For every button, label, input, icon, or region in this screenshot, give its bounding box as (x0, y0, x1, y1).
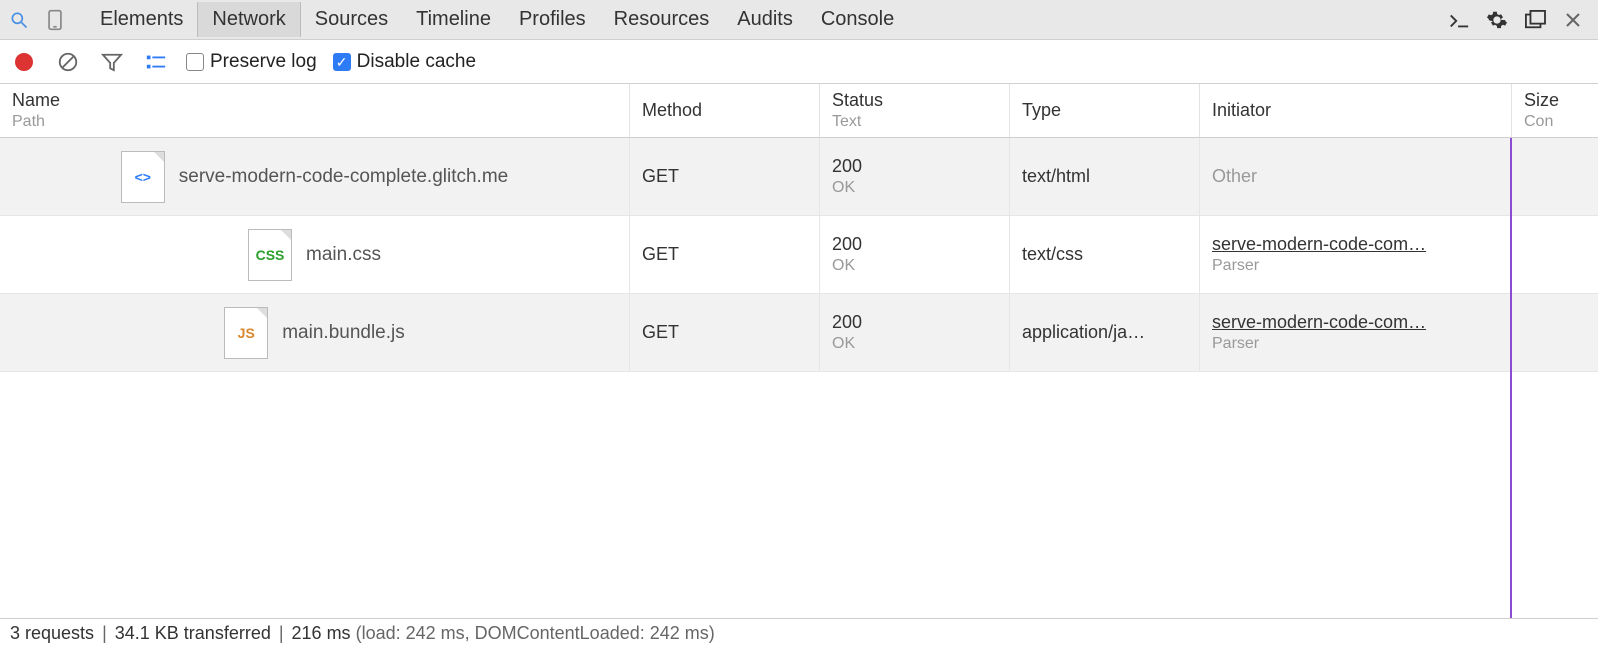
tab-sources[interactable]: Sources (301, 2, 402, 37)
record-button[interactable] (10, 48, 38, 76)
tab-network[interactable]: Network (197, 2, 300, 37)
cell-type: text/html (1010, 138, 1200, 215)
col-initiator[interactable]: Initiator (1200, 84, 1512, 137)
tab-profiles[interactable]: Profiles (505, 2, 600, 37)
js-file-icon: JS (224, 307, 268, 359)
request-name: main.bundle.js (282, 322, 405, 344)
cell-status: 200OK (820, 294, 1010, 371)
network-table: Name Path Method Status Text Type Initia… (0, 84, 1598, 618)
cell-name: <> serve-modern-code-complete.glitch.me (0, 138, 630, 215)
settings-icon[interactable] (1482, 5, 1512, 35)
cell-size (1512, 294, 1598, 371)
col-status[interactable]: Status Text (820, 84, 1010, 137)
table-body: <> serve-modern-code-complete.glitch.me GE… (0, 138, 1598, 618)
cell-size (1512, 138, 1598, 215)
table-row[interactable]: <> serve-modern-code-complete.glitch.me GE… (0, 138, 1598, 216)
tab-elements[interactable]: Elements (86, 2, 197, 37)
cell-initiator: serve-modern-code-com…Parser (1200, 294, 1512, 371)
col-size[interactable]: Size Con (1512, 84, 1598, 137)
css-file-icon: CSS (248, 229, 292, 281)
close-icon[interactable] (1558, 5, 1588, 35)
cell-initiator: serve-modern-code-com…Parser (1200, 216, 1512, 293)
col-method[interactable]: Method (630, 84, 820, 137)
inspect-icon[interactable] (4, 5, 34, 35)
panel-tabs: Elements Network Sources Timeline Profil… (86, 2, 908, 37)
disable-cache-label: Disable cache (357, 51, 476, 73)
status-bar: 3 requests | 34.1 KB transferred | 216 m… (0, 618, 1598, 648)
clear-icon[interactable] (54, 48, 82, 76)
tab-resources[interactable]: Resources (600, 2, 724, 37)
disable-cache-checkbox[interactable]: Disable cache (333, 51, 476, 73)
request-name: main.css (306, 244, 381, 266)
dock-icon[interactable] (1520, 5, 1550, 35)
filter-icon[interactable] (98, 48, 126, 76)
cell-method: GET (630, 138, 820, 215)
preserve-log-checkbox[interactable]: Preserve log (186, 51, 317, 73)
html-file-icon: <> (121, 151, 165, 203)
table-row[interactable]: CSS main.css GET200OKtext/cssserve-modern-… (0, 216, 1598, 294)
view-options-icon[interactable] (142, 48, 170, 76)
cell-name: CSS main.css (0, 216, 630, 293)
tab-console[interactable]: Console (807, 2, 908, 37)
cell-type: text/css (1010, 216, 1200, 293)
status-time: 216 ms (292, 623, 351, 644)
cell-name: JS main.bundle.js (0, 294, 630, 371)
show-drawer-icon[interactable] (1444, 5, 1474, 35)
cell-initiator: Other (1200, 138, 1512, 215)
cell-status: 200OK (820, 216, 1010, 293)
cell-type: application/ja… (1010, 294, 1200, 371)
cell-method: GET (630, 216, 820, 293)
cell-status: 200OK (820, 138, 1010, 215)
network-toolbar: Preserve log Disable cache (0, 40, 1598, 84)
cell-method: GET (630, 294, 820, 371)
col-type[interactable]: Type (1010, 84, 1200, 137)
table-header: Name Path Method Status Text Type Initia… (0, 84, 1598, 138)
cell-size (1512, 216, 1598, 293)
tab-timeline[interactable]: Timeline (402, 2, 505, 37)
status-extra: (load: 242 ms, DOMContentLoaded: 242 ms) (356, 623, 715, 644)
device-icon[interactable] (40, 5, 70, 35)
devtools-tabbar: Elements Network Sources Timeline Profil… (0, 0, 1598, 40)
col-name[interactable]: Name Path (0, 84, 630, 137)
tab-audits[interactable]: Audits (723, 2, 807, 37)
status-requests: 3 requests (10, 623, 94, 644)
preserve-log-label: Preserve log (210, 51, 317, 73)
table-row[interactable]: JS main.bundle.js GET200OKapplication/ja…s… (0, 294, 1598, 372)
status-transferred: 34.1 KB transferred (115, 623, 271, 644)
request-name: serve-modern-code-complete.glitch.me (179, 166, 508, 188)
